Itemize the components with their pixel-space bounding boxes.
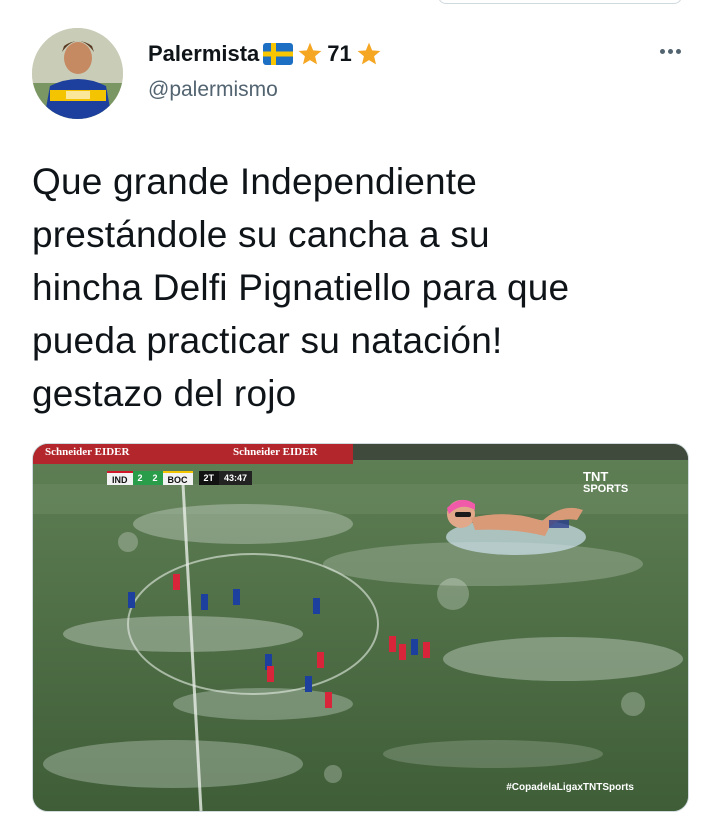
tnt-logo-line2: SPORTS	[583, 483, 629, 495]
flooded-pitch-image	[33, 444, 688, 811]
scorebug-half: 2T	[198, 471, 220, 485]
scorebug-score2: 2	[147, 471, 163, 485]
banner-ad-left: Schneider EIDER	[45, 446, 130, 458]
broadcast-hashtag: #CopadelaLigaxTNTSports	[506, 782, 634, 793]
tweet-text: Que grande Independiente prestándole su …	[32, 161, 570, 414]
scorebug-team2: BOC	[162, 471, 193, 485]
more-dots-icon[interactable]	[653, 40, 687, 62]
author-handle[interactable]: @palermismo	[148, 78, 278, 102]
scorebug: IND 2 2 BOC 2T 43:47	[107, 471, 253, 485]
tnt-sports-logo: TNT SPORTS	[583, 470, 628, 496]
follow-button-edge[interactable]	[438, 0, 682, 4]
avatar[interactable]	[32, 28, 123, 119]
tweet-media-image[interactable]: Schneider EIDER Schneider EIDER IND 2 2 …	[32, 443, 689, 812]
sweden-flag-icon	[263, 43, 294, 65]
scorebug-clock: 43:47	[219, 471, 253, 485]
scorebug-score1: 2	[132, 471, 148, 485]
author-name-row[interactable]: Palermista 71	[148, 39, 382, 69]
badge-number: 71	[327, 41, 352, 66]
tnt-logo-line1: TNT	[583, 469, 609, 484]
scorebug-team1: IND	[107, 471, 133, 485]
banner-ad-right: Schneider EIDER	[233, 446, 318, 458]
star-icon	[356, 41, 382, 67]
star-icon	[297, 41, 323, 67]
author-display-name[interactable]: Palermista	[148, 41, 259, 67]
